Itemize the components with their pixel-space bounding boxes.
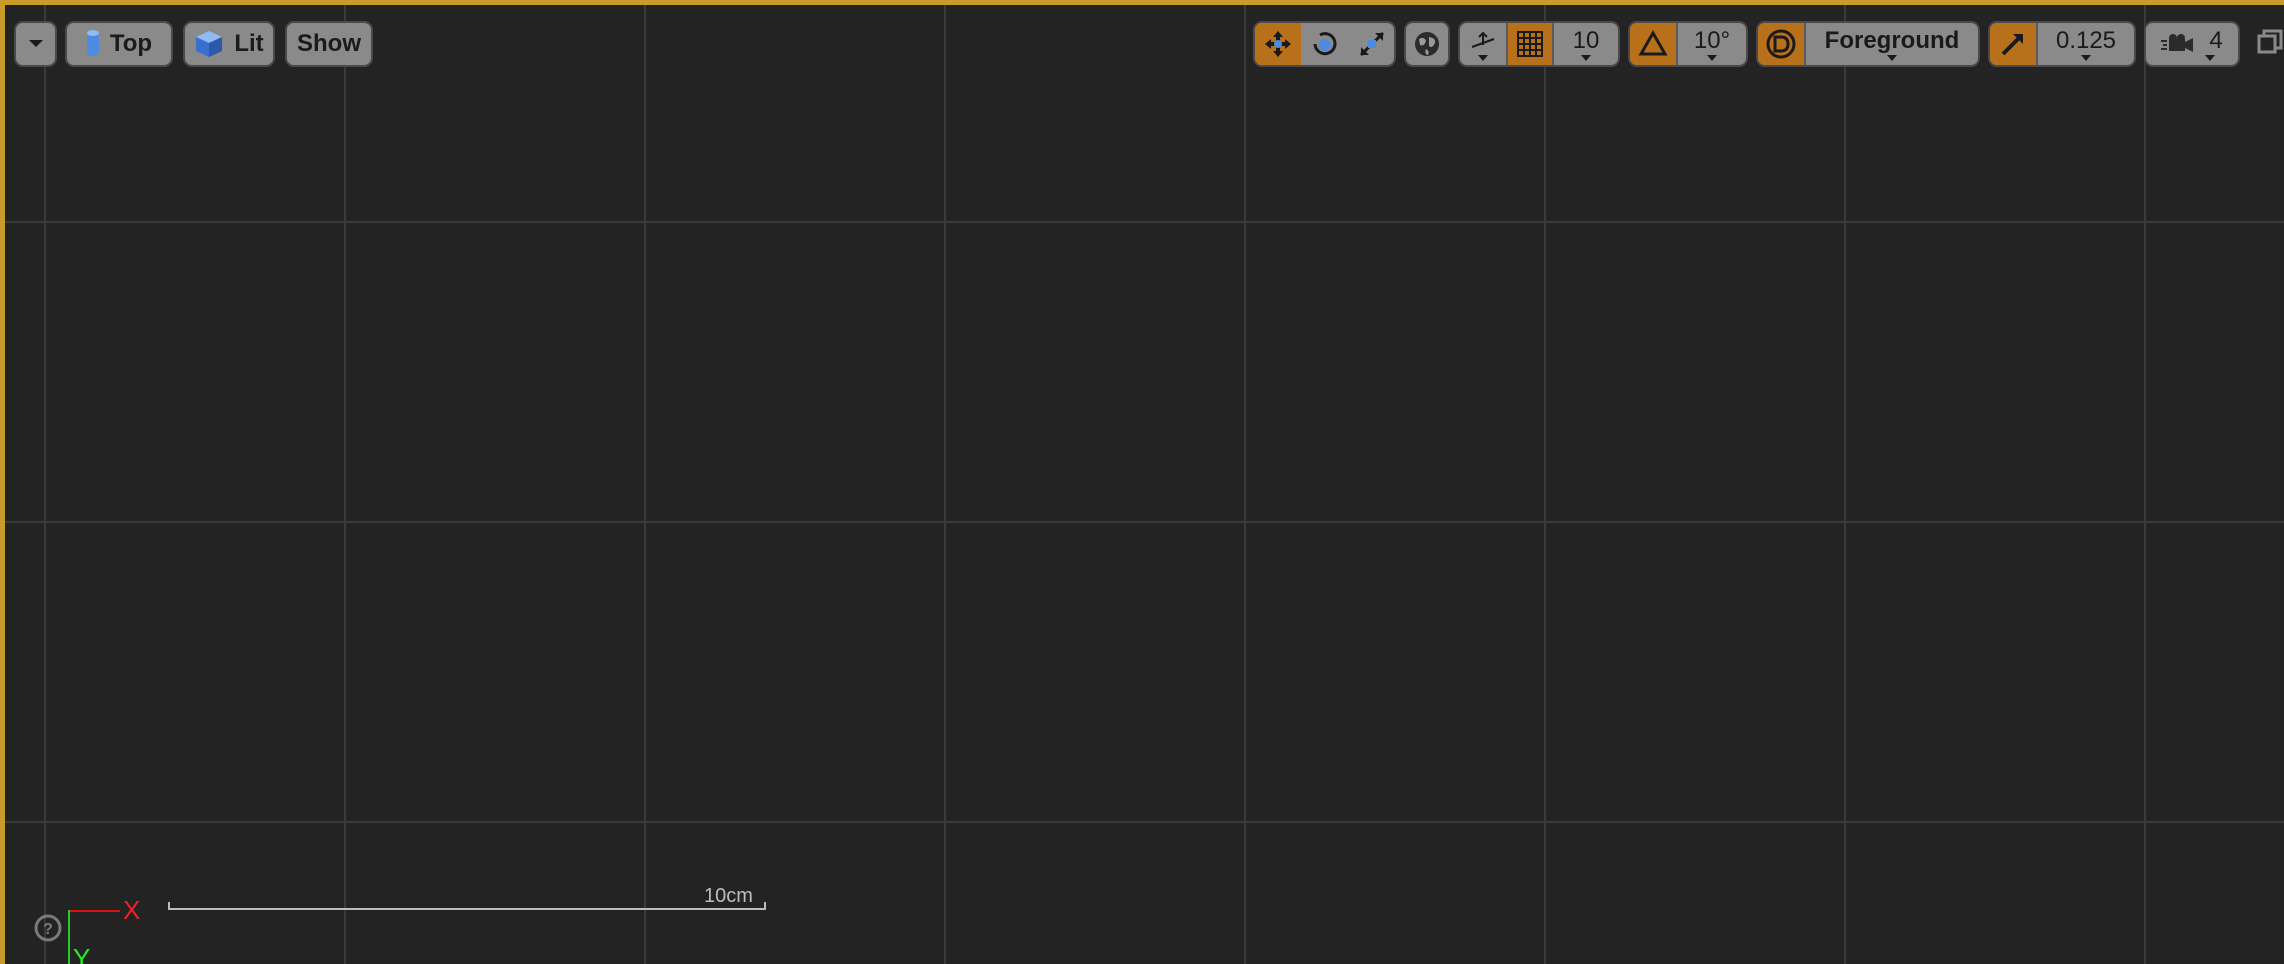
chevron-down-icon (1581, 55, 1591, 61)
svg-text:?: ? (43, 921, 53, 938)
grid-snap-toggle[interactable] (1506, 23, 1552, 65)
scale-snap-value-dropdown[interactable]: 0.125 (2036, 23, 2134, 65)
chevron-down-icon (1887, 55, 1897, 61)
viewport-grid (5, 5, 2284, 964)
help-icon[interactable]: ? (33, 913, 63, 943)
globe-icon (1415, 32, 1439, 56)
lighting-mode-label: Lit (234, 30, 264, 57)
rotation-snap-group: 10° (1628, 21, 1748, 67)
chevron-down-icon (28, 40, 43, 47)
scale-tool-button[interactable] (1349, 23, 1394, 65)
layer-icon (1766, 29, 1796, 59)
grid-snap-value-dropdown[interactable]: 10 (1552, 23, 1618, 65)
chevron-down-icon (1707, 55, 1717, 61)
transform-tools-group (1253, 21, 1396, 67)
scale-bar-tick-right (764, 902, 766, 910)
cylinder-icon (86, 30, 99, 56)
layer-toggle[interactable] (1758, 23, 1804, 65)
layer-label: Foreground (1824, 27, 1960, 54)
scale-bar-label: 10cm (704, 885, 753, 907)
view-mode-label: Top (109, 30, 153, 57)
coordinate-space-group (1404, 21, 1450, 67)
grid-snap-value: 10 (1572, 27, 1600, 54)
angle-icon (1638, 29, 1668, 56)
camera-icon (2161, 34, 2194, 52)
chevron-down-icon (1478, 55, 1488, 61)
coordinate-space-button[interactable] (1406, 23, 1448, 65)
scale-arrow-icon (2001, 34, 2023, 56)
scale-snap-group: 0.125 (1988, 21, 2136, 67)
grid-icon (1517, 31, 1543, 57)
grid-snap-group: 10 (1458, 21, 1620, 67)
surface-snap-button[interactable] (1460, 23, 1506, 65)
layer-group: Foreground (1756, 21, 1980, 67)
chevron-down-icon (2081, 55, 2091, 61)
axis-x-label: X (123, 895, 141, 925)
rotate-tool-button[interactable] (1301, 23, 1349, 65)
cube-icon (196, 31, 223, 57)
camera-speed-group: 4 (2144, 21, 2240, 67)
rotate-icon (1313, 32, 1337, 56)
translate-tool-button[interactable] (1255, 23, 1301, 65)
camera-speed-dropdown[interactable]: 4 (2146, 23, 2238, 65)
rotation-snap-value-dropdown[interactable]: 10° (1676, 23, 1746, 65)
axis-y-line (68, 910, 70, 964)
axis-y-label: Y (73, 943, 91, 964)
show-button[interactable]: Show (285, 21, 373, 67)
maximize-icon[interactable] (2257, 29, 2283, 55)
scale-snap-value: 0.125 (2055, 27, 2117, 54)
scale-snap-toggle[interactable] (1990, 23, 2036, 65)
level-viewport[interactable]: Top Lit Show 10 10° Foreground 0.125 4 1… (0, 0, 2284, 964)
rotation-snap-value: 10° (1693, 27, 1731, 54)
move-icon (1265, 31, 1291, 57)
chevron-down-icon (2205, 55, 2216, 61)
show-label: Show (297, 30, 361, 57)
camera-speed-value: 4 (2209, 27, 2223, 54)
lighting-mode-button[interactable]: Lit (183, 21, 275, 67)
view-mode-button[interactable]: Top (65, 21, 173, 67)
view-options-button[interactable] (14, 21, 57, 67)
scale-bar (168, 908, 766, 910)
axis-x-line (68, 910, 120, 912)
scale-icon (1359, 31, 1384, 57)
layer-dropdown[interactable]: Foreground (1804, 23, 1978, 65)
rotation-snap-toggle[interactable] (1630, 23, 1676, 65)
